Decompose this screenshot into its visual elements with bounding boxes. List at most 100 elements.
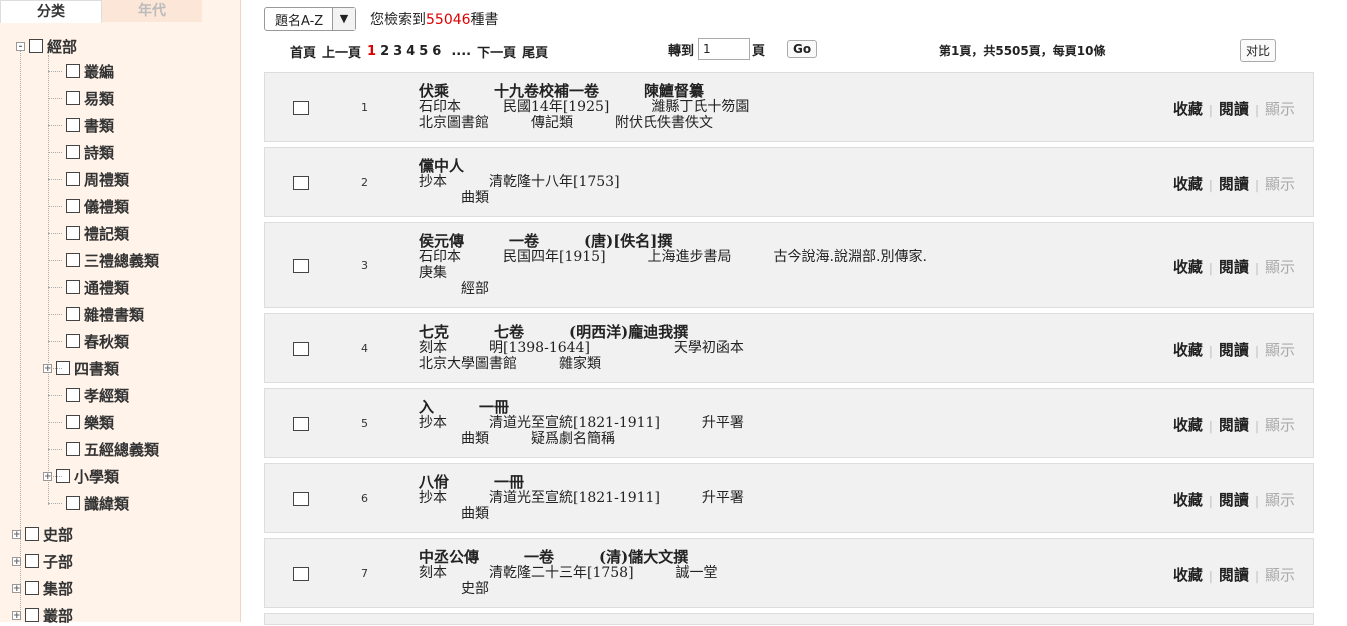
show-link[interactable]: 顯示 — [1265, 491, 1295, 509]
collect-link[interactable]: 收藏 — [1173, 341, 1203, 359]
tree-checkbox[interactable] — [66, 307, 80, 321]
tree-node-category[interactable]: 禮記類 — [66, 222, 129, 244]
show-link[interactable]: 顯示 — [1265, 566, 1295, 584]
goto-page-input[interactable]: 1 — [698, 38, 751, 60]
tree-node-category[interactable]: 五經總義類 — [66, 438, 159, 460]
page-number-link[interactable]: 2 — [380, 44, 389, 59]
tree-checkbox[interactable] — [66, 118, 80, 132]
tree-checkbox[interactable] — [66, 388, 80, 402]
tree-node-category[interactable]: 雜禮書類 — [66, 303, 144, 325]
tree-node-section[interactable]: + 叢部 — [12, 604, 73, 626]
tree-node-category[interactable]: 三禮總義類 — [66, 249, 159, 271]
tree-connector — [48, 503, 62, 504]
tree-node-section[interactable]: + 史部 — [12, 523, 73, 545]
prev-page-link[interactable]: 上一頁 — [322, 42, 361, 61]
tree-node-category[interactable]: 書類 — [66, 114, 114, 136]
collect-link[interactable]: 收藏 — [1173, 491, 1203, 509]
tree-node-category[interactable]: 春秋類 — [66, 330, 129, 352]
result-title[interactable]: 中丞公傳 一卷 (清)儲大文撰 — [419, 549, 718, 565]
read-link[interactable]: 閱讀 — [1219, 491, 1249, 509]
collect-link[interactable]: 收藏 — [1173, 258, 1203, 276]
result-checkbox[interactable] — [293, 259, 309, 273]
tree-checkbox[interactable] — [25, 608, 39, 622]
collect-link[interactable]: 收藏 — [1173, 100, 1203, 118]
tree-checkbox[interactable] — [66, 415, 80, 429]
tree-node-category[interactable]: 樂類 — [66, 411, 114, 433]
page-number-link[interactable]: 5 — [419, 44, 428, 59]
result-checkbox[interactable] — [293, 567, 309, 581]
tree-checkbox[interactable] — [66, 226, 80, 240]
tree-checkbox[interactable] — [29, 39, 43, 53]
tree-node-category[interactable]: 儀禮類 — [66, 195, 129, 217]
read-link[interactable]: 閱讀 — [1219, 258, 1249, 276]
show-link[interactable]: 顯示 — [1265, 416, 1295, 434]
expand-icon[interactable]: + — [12, 529, 21, 539]
tree-connector — [48, 476, 62, 477]
result-title[interactable]: 入 一冊 — [419, 399, 744, 415]
tree-checkbox[interactable] — [66, 91, 80, 105]
tree-node-jingbu[interactable]: - 經部 — [16, 35, 77, 57]
tree-checkbox[interactable] — [66, 334, 80, 348]
result-checkbox[interactable] — [293, 101, 309, 115]
show-link[interactable]: 顯示 — [1265, 175, 1295, 193]
result-checkbox[interactable] — [293, 492, 309, 506]
result-title[interactable]: 八佾 一冊 — [419, 474, 744, 490]
collapse-icon[interactable]: - — [16, 41, 25, 51]
result-checkbox[interactable] — [293, 342, 309, 356]
read-link[interactable]: 閱讀 — [1219, 566, 1249, 584]
tree-node-category[interactable]: 通禮類 — [66, 276, 129, 298]
tree-node-category[interactable]: 讖緯類 — [66, 492, 129, 514]
result-title[interactable]: 儻中人 — [419, 158, 620, 174]
tree-checkbox[interactable] — [66, 442, 80, 456]
tree-checkbox[interactable] — [25, 581, 39, 595]
sort-select[interactable]: 題名A-Z ▼ — [264, 7, 356, 31]
chevron-down-icon[interactable]: ▼ — [332, 8, 355, 30]
go-button[interactable]: Go — [787, 40, 818, 58]
tree-checkbox[interactable] — [66, 145, 80, 159]
tree-checkbox[interactable] — [66, 253, 80, 267]
tree-node-section[interactable]: + 子部 — [12, 550, 73, 572]
collect-link[interactable]: 收藏 — [1173, 566, 1203, 584]
tab-era[interactable]: 年代 — [102, 0, 202, 22]
next-page-link[interactable]: 下一頁 — [477, 42, 516, 61]
first-page-link[interactable]: 首頁 — [290, 42, 316, 61]
tree-node-category[interactable]: 孝經類 — [66, 384, 129, 406]
expand-icon[interactable]: + — [12, 583, 21, 593]
tab-category[interactable]: 分类 — [0, 0, 102, 23]
read-link[interactable]: 閱讀 — [1219, 100, 1249, 118]
expand-icon[interactable]: + — [12, 556, 21, 566]
collect-link[interactable]: 收藏 — [1173, 175, 1203, 193]
show-link[interactable]: 顯示 — [1265, 100, 1295, 118]
tree-checkbox[interactable] — [66, 64, 80, 78]
compare-button[interactable]: 对比 — [1240, 39, 1277, 62]
page-number-link[interactable]: 3 — [393, 44, 402, 59]
read-link[interactable]: 閱讀 — [1219, 175, 1249, 193]
tree-node-category[interactable]: 叢編 — [66, 60, 114, 82]
show-link[interactable]: 顯示 — [1265, 258, 1295, 276]
tree-checkbox[interactable] — [66, 496, 80, 510]
result-checkbox[interactable] — [293, 176, 309, 190]
collect-link[interactable]: 收藏 — [1173, 416, 1203, 434]
page-number-link[interactable]: 4 — [406, 44, 415, 59]
tree-node-section[interactable]: + 集部 — [12, 577, 73, 599]
tree-checkbox[interactable] — [25, 554, 39, 568]
page-number-link[interactable]: 6 — [432, 44, 441, 59]
tree-checkbox[interactable] — [66, 172, 80, 186]
result-checkbox[interactable] — [293, 417, 309, 431]
expand-icon[interactable]: + — [12, 610, 21, 620]
tree-checkbox[interactable] — [66, 199, 80, 213]
last-page-link[interactable]: 尾頁 — [522, 42, 548, 61]
tree-node-category[interactable]: 周禮類 — [66, 168, 129, 190]
tree-checkbox[interactable] — [25, 527, 39, 541]
result-title[interactable]: 七克 七卷 (明西洋)龐迪我撰 — [419, 324, 744, 340]
page-number-link[interactable]: 1 — [367, 44, 376, 59]
result-detail-line: 曲類 — [419, 190, 489, 206]
read-link[interactable]: 閱讀 — [1219, 341, 1249, 359]
tree-node-category[interactable]: 詩類 — [66, 141, 114, 163]
tree-node-category[interactable]: 易類 — [66, 87, 114, 109]
tree-checkbox[interactable] — [66, 280, 80, 294]
read-link[interactable]: 閱讀 — [1219, 416, 1249, 434]
result-title[interactable]: 伏乘 十九卷校補一卷 陳鱣督纂 — [419, 83, 749, 99]
result-title[interactable]: 侯元傳 一卷 (唐)[佚名]撰 — [419, 233, 927, 249]
show-link[interactable]: 顯示 — [1265, 341, 1295, 359]
